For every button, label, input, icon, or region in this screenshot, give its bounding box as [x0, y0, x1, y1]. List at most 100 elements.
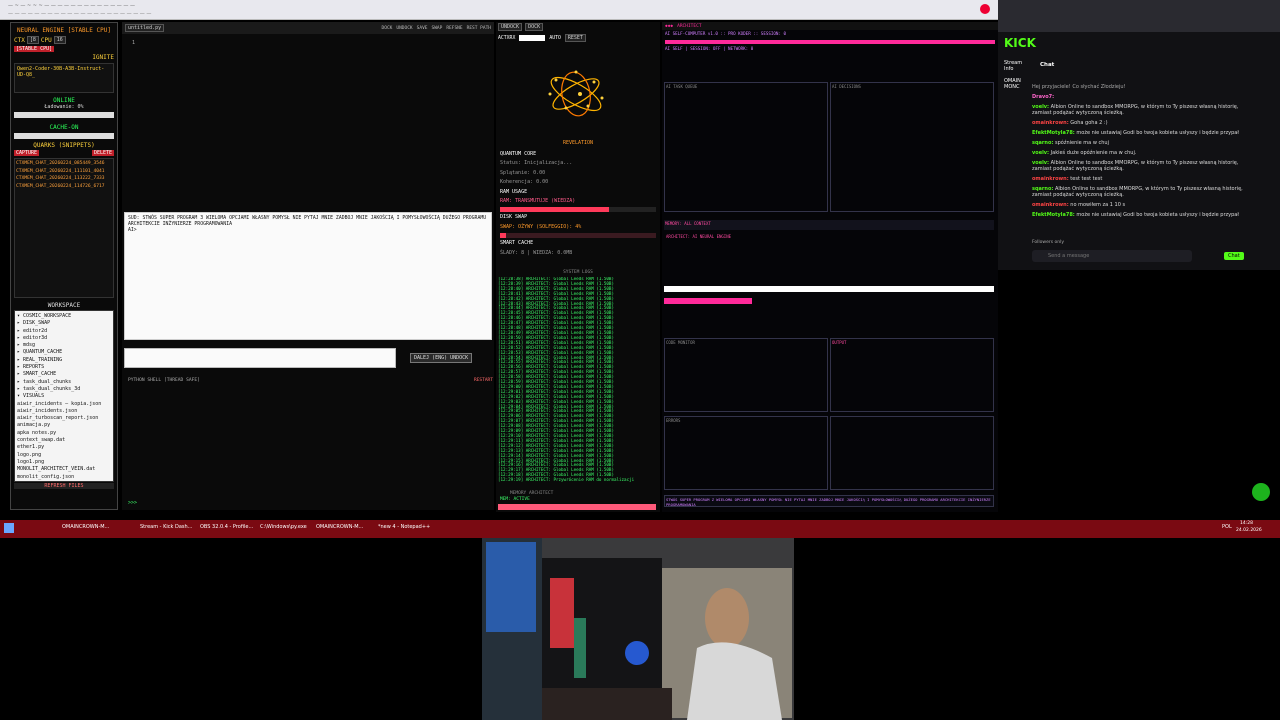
toolbar-rest-path[interactable]: REST PATH [467, 26, 491, 31]
tree-item[interactable]: ▸ mdsg [17, 342, 111, 349]
chat-message[interactable]: EfektMotyla78: może nie ustawiaj Godi bo… [1032, 212, 1250, 218]
chat-message[interactable]: Dravo7: [1032, 94, 1250, 100]
tree-item[interactable]: ▸ task_dual_chunks [17, 379, 111, 386]
tree-item[interactable]: aiwir_turboscan_report.json [17, 415, 111, 422]
tree-item[interactable]: context_swap.dat [17, 437, 111, 444]
taskbar-item[interactable]: OMAINCROWN-M... [316, 524, 363, 530]
chat-username[interactable]: omainkrown: [1032, 202, 1069, 208]
snippet-item[interactable]: CTXMEM_CHAT_20260224_113222_7333 [16, 175, 112, 183]
send-button[interactable]: DALEJ (ENG) UNDOCK [410, 353, 473, 363]
pink-tab[interactable] [664, 298, 752, 304]
tree-item[interactable]: ▸ SMART_CACHE [17, 371, 111, 378]
start-icon[interactable] [4, 523, 14, 533]
toolbar-swap[interactable]: SWAP [432, 26, 443, 31]
tree-item[interactable]: ▸ REPORTS [17, 364, 111, 371]
chat-username[interactable]: omainkrown: [1032, 120, 1069, 126]
snippet-item[interactable]: CTXMEM_CHAT_20260224_085449_3546 [16, 160, 112, 168]
tree-item[interactable]: ▾ VISUALS [17, 393, 111, 400]
task-queue-pane[interactable]: AI TASK QUEUE [664, 82, 828, 212]
chat-username[interactable]: Dravo7: [1032, 94, 1054, 100]
dock-button[interactable]: DOCK [525, 23, 544, 31]
chat-message[interactable]: sqarno: spóźnienie ma w chuj [1032, 140, 1250, 146]
chat-message[interactable]: omainkrown: Goha goha 2 :) [1032, 120, 1250, 126]
tree-item[interactable]: MONOLIT_ARCHITECT_VEIN.dat [17, 466, 111, 473]
toolbar-dock[interactable]: DOCK [382, 26, 393, 31]
clock-time[interactable]: 14:28 [1240, 521, 1253, 526]
ctx-field[interactable]: [8 [26, 36, 39, 44]
tree-item[interactable]: ▸ REAL_TRAINING [17, 357, 111, 364]
reset-button[interactable]: RESET [564, 34, 586, 42]
actxrx-toggle[interactable]: ACTXRX [498, 36, 515, 41]
extra-pane[interactable] [830, 416, 994, 490]
tree-item[interactable]: ▸ editor3d [17, 335, 111, 342]
chat-username[interactable]: EfektMotyla78: [1032, 212, 1075, 218]
cpu-field[interactable]: 16 [53, 36, 66, 44]
decisions-pane[interactable]: AI DECISIONS [830, 82, 994, 212]
chat-message[interactable]: voelv: Jakieś duże opóźnienie ma w chuj. [1032, 150, 1250, 156]
chat-message[interactable]: EfektMotyla78: może nie ustawiaj Godi bo… [1032, 130, 1250, 136]
tree-item[interactable]: monolit_config.json [17, 474, 111, 481]
architect-footer-input[interactable]: STWÓS SUPER PROGRAM Z WIELOMA OPCJAMI WŁ… [664, 495, 994, 507]
toolbar-refsne[interactable]: REFSNE [446, 26, 462, 31]
chat-message[interactable]: voelv: Albion Online to sandbox MMORPG, … [1032, 160, 1250, 172]
system-log[interactable]: [12:28:38] ARCHITECT: Global Leeds RAM (… [498, 277, 654, 489]
tree-item[interactable]: animacja.py [17, 422, 111, 429]
tree-item[interactable]: apka notes.py [17, 430, 111, 437]
chat-message[interactable]: sqarno: Albion Online to sandbox MMORPG,… [1032, 186, 1250, 198]
stream-info-link[interactable]: Stream Info [1004, 60, 1030, 72]
actxrx-field[interactable] [519, 35, 546, 41]
browser-url[interactable]: — — — — — — — — — — — — — — — — — — — — … [8, 11, 151, 17]
capture-button[interactable]: CAPTURE [14, 150, 40, 156]
toolbar-save[interactable]: SAVE [417, 26, 428, 31]
snippet-item[interactable]: CTXMEM_CHAT_20260224_114726_6717 [16, 183, 112, 191]
file-tree[interactable]: ▾ COSMIC_WORKSPACE ▸ DISK_SWAP ▸ editor2… [14, 310, 114, 482]
refresh-files-button[interactable]: REFRESH FILES [14, 483, 114, 489]
chat-username[interactable]: EfektMotyla78: [1032, 130, 1075, 136]
output-pane[interactable]: OUTPUT [830, 338, 994, 412]
close-icon[interactable] [980, 4, 990, 14]
tree-item[interactable]: logo.png [17, 452, 111, 459]
ignite-button[interactable]: IGNITE [92, 54, 114, 61]
chat-username[interactable]: voelv: [1032, 150, 1049, 156]
errors-pane[interactable]: ERRORS [664, 416, 828, 490]
tree-item[interactable]: ▸ DISK_SWAP [17, 320, 111, 327]
chat-messages[interactable]: Dravo7: voelv: Albion Online to sandbox … [1032, 94, 1250, 244]
tree-item[interactable]: ▸ task_dual_chunks_3d [17, 386, 111, 393]
chat-message[interactable]: omainkrown: no mowiłem za 1 10 s [1032, 202, 1250, 208]
tree-item[interactable]: ▸ QUANTUM_CACHE [17, 349, 111, 356]
chat-message[interactable]: omainkrown: test test test [1032, 176, 1250, 182]
auto-toggle[interactable]: AUTO [549, 36, 561, 41]
undock-button[interactable]: UNDOCK [498, 23, 523, 31]
browser-tabs[interactable]: — ~ — ~ ~ ~ — — — — — — — — — — — — — — [8, 3, 135, 9]
kick-floating-icon[interactable] [1252, 483, 1270, 501]
chat-username[interactable]: sqarno: [1032, 140, 1053, 146]
taskbar-item[interactable]: C:\Windows\py.exe [260, 524, 307, 530]
restart-button[interactable]: RESTART [474, 378, 493, 383]
clock-date[interactable]: 24.02.2026 [1236, 528, 1262, 533]
taskbar-item[interactable]: OMAINCROWN-M... [62, 524, 109, 530]
tree-item[interactable]: ▾ COSMIC_WORKSPACE [17, 313, 111, 320]
prompt-input[interactable] [124, 348, 396, 368]
ai-prompt-output[interactable]: SUD: STWÓS SUPER PROGRAM 3 WIELOMA OPCJA… [124, 212, 492, 340]
tree-item[interactable]: aiwir_incidents.json [17, 408, 111, 415]
editor-tab[interactable]: untitled.py [125, 24, 165, 32]
snippet-item[interactable]: CTXMEM_CHAT_20260224_111101_4041 [16, 168, 112, 176]
delete-button[interactable]: DELETE [91, 150, 114, 156]
tree-item[interactable]: aiwir_incidents — kopia.json [17, 401, 111, 408]
code-monitor-pane[interactable]: CODE MONITOR [664, 338, 828, 412]
taskbar-item[interactable]: *new 4 - Notepad++ [378, 524, 430, 530]
taskbar-item[interactable]: OBS 32.0.4 - Profile... [200, 524, 253, 530]
shell-prompt[interactable]: >>> [128, 500, 137, 506]
chat-username[interactable]: omainkrown: [1032, 176, 1069, 182]
toolbar-undock[interactable]: UNDOCK [396, 26, 412, 31]
model-name[interactable]: Qwen2-Coder-30B-A3B-Instruct-UD-Q8_ [17, 66, 111, 78]
tree-item[interactable]: ether1.py [17, 444, 111, 451]
tree-item[interactable]: logo1.png [17, 459, 111, 466]
kick-logo[interactable]: KICK [1004, 36, 1036, 50]
tree-item[interactable]: ▸ editor2d [17, 328, 111, 335]
chat-input[interactable]: Send a message [1032, 250, 1192, 262]
chat-message[interactable]: voelv: Albion Online to sandbox MMORPG, … [1032, 104, 1250, 116]
stable-button[interactable]: [STABLE CPU] [14, 46, 55, 52]
chat-send-button[interactable]: Chat [1224, 252, 1244, 260]
language-indicator[interactable]: POL [1222, 524, 1232, 530]
